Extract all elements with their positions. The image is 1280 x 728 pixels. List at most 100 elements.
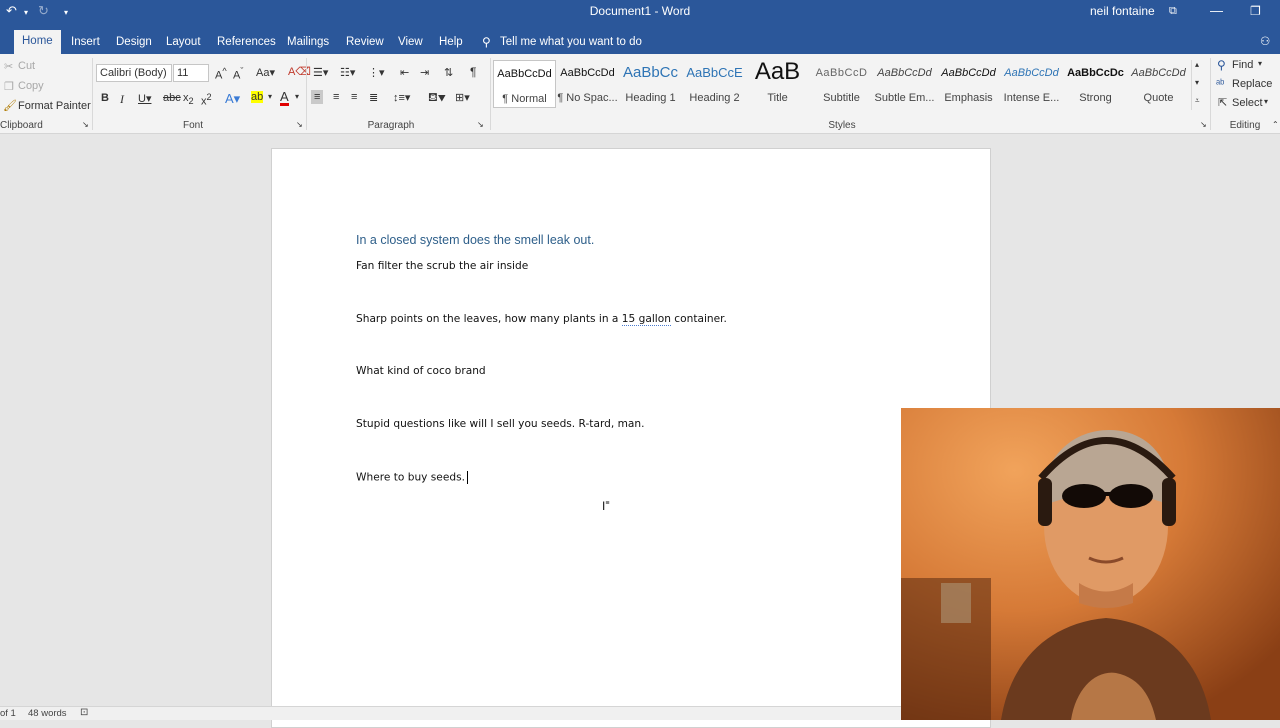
style-sample-text: AaB bbox=[754, 60, 801, 85]
proofing-icon[interactable]: ⊡ bbox=[80, 707, 88, 718]
style-name: Subtle Em... bbox=[874, 92, 935, 104]
increase-indent-icon[interactable]: ⇥ bbox=[420, 66, 429, 79]
document-page[interactable]: In a closed system does the smell leak o… bbox=[271, 148, 991, 728]
underline-icon[interactable]: U▾ bbox=[138, 92, 151, 105]
chevron-down-icon[interactable]: ▾ bbox=[1195, 78, 1199, 87]
change-case-icon[interactable]: Aa▾ bbox=[256, 66, 275, 79]
sort-icon[interactable]: ⇅ bbox=[444, 66, 453, 79]
minimize-icon[interactable]: — bbox=[1210, 3, 1223, 18]
justify-icon[interactable]: ≣ bbox=[369, 91, 378, 104]
font-launcher-icon[interactable]: ↘ bbox=[296, 120, 303, 129]
tab-references[interactable]: References bbox=[217, 32, 276, 54]
tab-design[interactable]: Design bbox=[116, 32, 152, 54]
copy-button[interactable]: Copy bbox=[18, 80, 44, 92]
style-heading-2[interactable]: AaBbCcE Heading 2 bbox=[683, 60, 746, 108]
style-heading-1[interactable]: AaBbCc Heading 1 bbox=[619, 60, 682, 108]
decrease-indent-icon[interactable]: ⇤ bbox=[400, 66, 409, 79]
subscript-icon[interactable]: x2 bbox=[183, 92, 194, 106]
highlight-icon[interactable]: ab bbox=[251, 91, 264, 103]
collapse-ribbon-icon[interactable]: ⌃ bbox=[1272, 120, 1279, 129]
paragraph-launcher-icon[interactable]: ↘ bbox=[477, 120, 484, 129]
paragraph-1[interactable]: In a closed system does the smell leak o… bbox=[356, 233, 594, 247]
select-button[interactable]: Select bbox=[1232, 97, 1263, 109]
grammar-flagged-text[interactable]: 15 gallon bbox=[621, 313, 671, 326]
font-color-icon[interactable]: A bbox=[280, 90, 289, 106]
align-center-icon[interactable]: ≡ bbox=[333, 91, 339, 103]
paragraph-4[interactable]: What kind of coco brand bbox=[356, 365, 486, 377]
highlight-dropdown-icon[interactable]: ▾ bbox=[268, 92, 272, 101]
tab-review[interactable]: Review bbox=[346, 32, 384, 54]
find-button[interactable]: Find bbox=[1232, 59, 1253, 71]
align-left-icon[interactable]: ≡ bbox=[311, 90, 324, 104]
find-dropdown-icon[interactable]: ▾ bbox=[1258, 59, 1262, 68]
show-formatting-marks-icon[interactable]: ¶ bbox=[470, 65, 476, 79]
share-icon[interactable]: ⚇ bbox=[1260, 32, 1270, 54]
paragraph-5[interactable]: Stupid questions like will I sell you se… bbox=[356, 418, 644, 430]
style-sample-text: AaBbCcDd bbox=[560, 67, 615, 79]
paragraph-6-text: Where to buy seeds. bbox=[356, 471, 465, 484]
style-emphasis[interactable]: AaBbCcDd Emphasis bbox=[937, 60, 1000, 108]
styles-launcher-icon[interactable]: ↘ bbox=[1200, 120, 1207, 129]
borders-icon[interactable]: ⊞▾ bbox=[455, 91, 470, 104]
divider bbox=[1210, 58, 1211, 130]
paragraph-2[interactable]: Fan filter the scrub the air inside bbox=[356, 260, 528, 272]
tab-help[interactable]: Help bbox=[439, 32, 463, 54]
tab-mailings[interactable]: Mailings bbox=[287, 32, 329, 54]
style-sample-text: AaBbCcD bbox=[815, 67, 868, 79]
text-effects-icon[interactable]: A▾ bbox=[225, 91, 240, 107]
paragraph-6[interactable]: Where to buy seeds. bbox=[356, 471, 468, 484]
tab-layout[interactable]: Layout bbox=[166, 32, 201, 54]
tell-me-search[interactable]: Tell me what you want to do bbox=[500, 32, 642, 54]
style-normal[interactable]: AaBbCcDd ¶ Normal bbox=[493, 60, 556, 108]
chevron-up-icon[interactable]: ▴ bbox=[1195, 60, 1199, 69]
tab-insert[interactable]: Insert bbox=[71, 32, 100, 54]
window-title: Document1 - Word bbox=[589, 4, 691, 18]
word-count[interactable]: 48 words bbox=[28, 708, 67, 719]
style-intense-emphasis[interactable]: AaBbCcDd Intense E... bbox=[1000, 60, 1063, 108]
superscript-icon[interactable]: x2 bbox=[201, 92, 212, 108]
replace-icon: ᵃᵇ bbox=[1216, 78, 1225, 90]
paragraph-group-label: Paragraph bbox=[367, 120, 415, 131]
font-color-dropdown-icon[interactable]: ▾ bbox=[295, 92, 299, 101]
tab-home[interactable]: Home bbox=[14, 30, 61, 54]
style-no-spacing[interactable]: AaBbCcDd ¶ No Spac... bbox=[556, 60, 619, 108]
shading-icon[interactable]: ⛾▾ bbox=[428, 90, 446, 106]
ribbon-display-options-icon[interactable]: ⧉ bbox=[1169, 5, 1177, 18]
numbering-icon[interactable]: ☷▾ bbox=[340, 66, 355, 79]
cut-button[interactable]: Cut bbox=[18, 60, 35, 72]
align-right-icon[interactable]: ≡ bbox=[351, 91, 357, 103]
clipboard-launcher-icon[interactable]: ↘ bbox=[82, 120, 89, 129]
style-subtitle[interactable]: AaBbCcD Subtitle bbox=[810, 60, 873, 108]
title-bar: ↶ ▾ ↻ ▾ Document1 - Word neil fontaine ⧉… bbox=[0, 0, 1280, 28]
style-sample-text: AaBbCcDd bbox=[877, 67, 932, 79]
copy-icon: ❐ bbox=[4, 81, 14, 93]
page-count[interactable]: of 1 bbox=[0, 708, 16, 719]
divider bbox=[490, 58, 491, 130]
replace-button[interactable]: Replace bbox=[1232, 78, 1272, 90]
styles-scroll[interactable]: ▴ ▾ ⩡ bbox=[1191, 60, 1206, 110]
tab-view[interactable]: View bbox=[398, 32, 423, 54]
font-name-combo[interactable]: Calibri (Body) bbox=[96, 64, 172, 82]
more-styles-icon[interactable]: ⩡ bbox=[1195, 96, 1200, 106]
line-spacing-icon[interactable]: ↕≡▾ bbox=[393, 91, 410, 104]
style-title[interactable]: AaB Title bbox=[746, 60, 809, 108]
strikethrough-icon[interactable]: abc bbox=[163, 92, 181, 104]
restore-icon[interactable]: ❐ bbox=[1250, 4, 1261, 18]
bullets-icon[interactable]: ☰▾ bbox=[313, 66, 328, 79]
paragraph-3[interactable]: Sharp points on the leaves, how many pla… bbox=[356, 313, 727, 326]
format-painter-button[interactable]: Format Painter bbox=[18, 100, 91, 112]
select-dropdown-icon[interactable]: ▾ bbox=[1264, 97, 1268, 106]
multilevel-list-icon[interactable]: ⋮▾ bbox=[368, 66, 385, 79]
shrink-font-icon[interactable]: Aˇ bbox=[233, 66, 243, 82]
style-strong[interactable]: AaBbCcDc Strong bbox=[1064, 60, 1127, 108]
user-name[interactable]: neil fontaine bbox=[1090, 4, 1155, 18]
paragraph-3-text-a: Sharp points on the leaves, how many pla… bbox=[356, 313, 622, 325]
divider bbox=[306, 58, 307, 130]
style-subtle-emphasis[interactable]: AaBbCcDd Subtle Em... bbox=[873, 60, 936, 108]
font-size-combo[interactable]: 11 bbox=[173, 64, 209, 82]
bold-icon[interactable]: B bbox=[101, 92, 109, 104]
clear-formatting-icon[interactable]: A⌫ bbox=[288, 65, 311, 78]
style-quote[interactable]: AaBbCcDd Quote bbox=[1127, 60, 1190, 108]
grow-font-icon[interactable]: A^ bbox=[215, 66, 227, 82]
italic-icon[interactable]: I bbox=[120, 92, 124, 107]
